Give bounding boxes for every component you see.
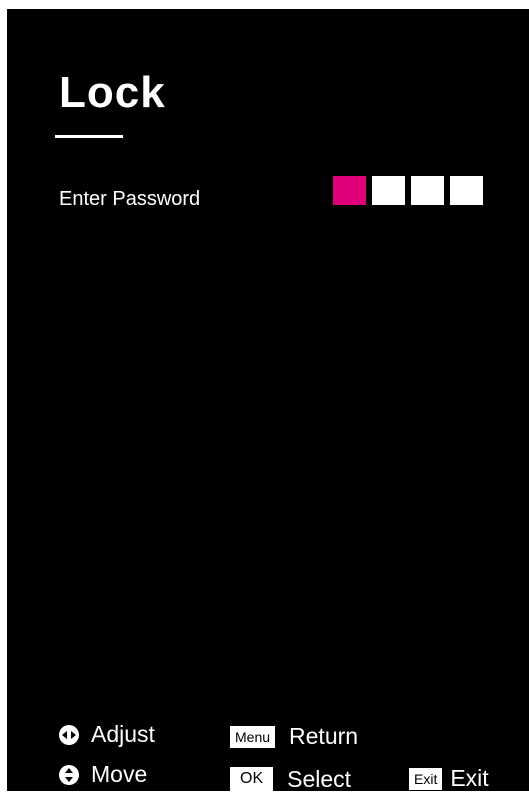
- pin-digit-1[interactable]: [333, 176, 366, 205]
- exit-hint: Exit Exit: [409, 767, 489, 790]
- adjust-hint: Adjust: [59, 723, 155, 746]
- select-label: Select: [287, 765, 352, 792]
- page-title: Lock: [59, 68, 166, 117]
- menu-key[interactable]: Menu: [230, 725, 276, 748]
- exit-label: Exit: [450, 765, 489, 791]
- move-label: Move: [91, 761, 148, 787]
- move-hint: Move: [59, 763, 147, 786]
- left-right-dpad-icon: [59, 724, 79, 745]
- up-down-dpad-icon: [59, 764, 79, 785]
- lock-menu-screen: Lock Enter Password Adjust Move Menu Ret…: [7, 9, 529, 791]
- adjust-label: Adjust: [91, 721, 155, 747]
- pin-digit-2[interactable]: [372, 176, 405, 205]
- title-underline: [55, 135, 123, 138]
- exit-key[interactable]: Exit: [409, 767, 443, 790]
- pin-digit-4[interactable]: [450, 176, 483, 205]
- select-hint: OK Select: [230, 767, 351, 791]
- enter-password-label: Enter Password: [59, 188, 201, 210]
- return-label: Return: [289, 723, 359, 749]
- ok-key[interactable]: OK: [230, 767, 274, 791]
- return-hint: Menu Return: [230, 725, 358, 748]
- pin-digit-3[interactable]: [411, 176, 444, 205]
- password-input[interactable]: [333, 176, 483, 205]
